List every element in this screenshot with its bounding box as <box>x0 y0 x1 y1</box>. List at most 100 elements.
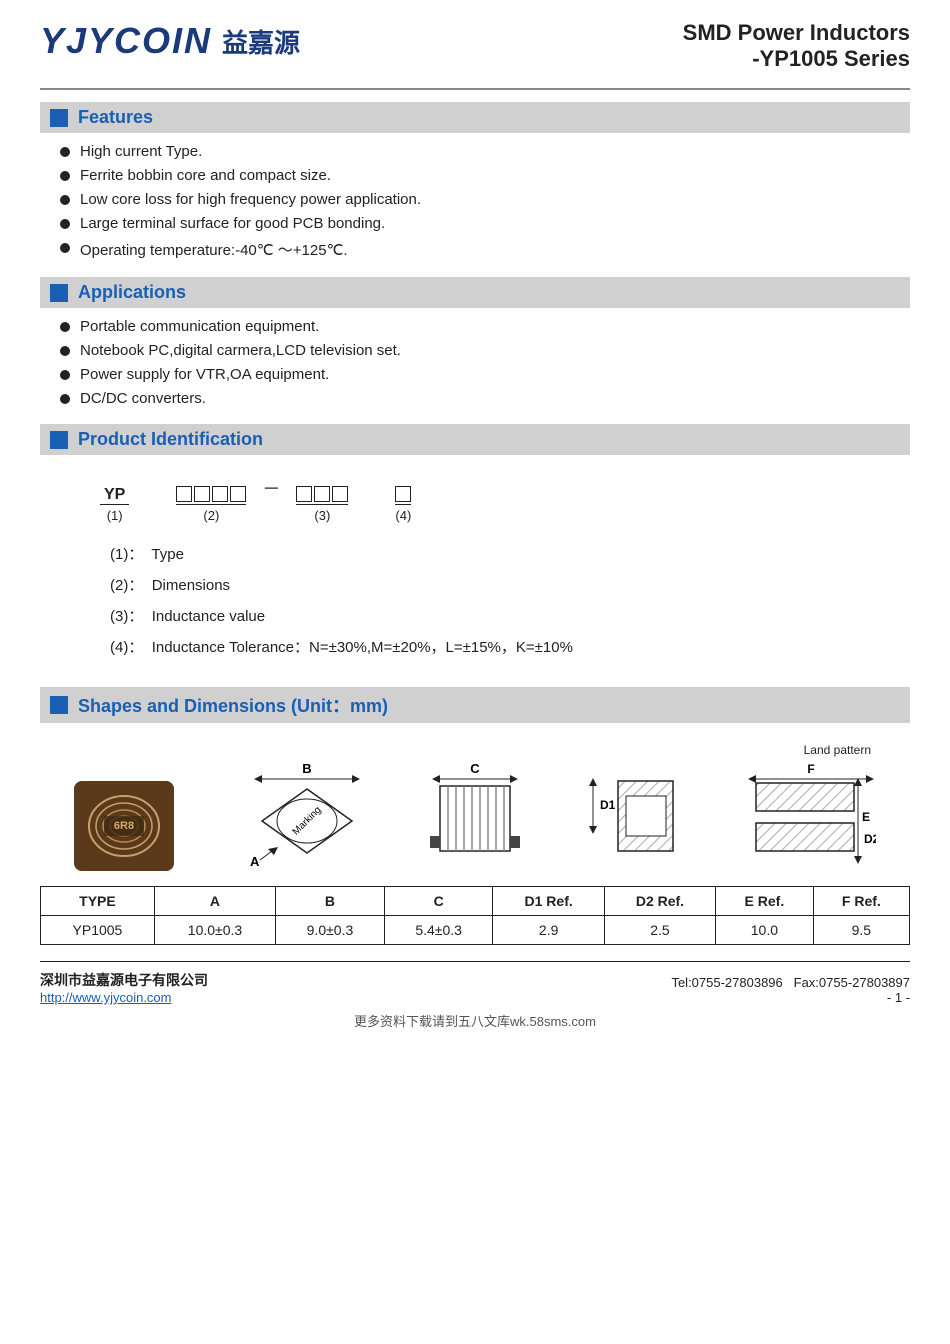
th-e: E Ref. <box>716 887 814 916</box>
inductor-photo-container: 6R8 <box>74 781 174 871</box>
list-item: Operating temperature:-40℃ ～+125℃. <box>60 239 910 260</box>
pid-box <box>176 486 192 502</box>
product-id-diagram: YP (1) (2) － <box>80 475 890 523</box>
product-id-section-header: Product Identification <box>40 424 910 455</box>
svg-text:C: C <box>470 761 480 776</box>
bullet-icon <box>60 322 70 332</box>
ba-diagram-svg: B Marking A <box>242 761 362 871</box>
footer: 深圳市益嘉源电子有限公司 http://www.yjycoin.com Tel:… <box>40 961 910 1005</box>
product-id-square-icon <box>50 431 68 449</box>
bullet-icon <box>60 243 70 253</box>
pid-box <box>314 486 330 502</box>
svg-text:B: B <box>302 761 311 776</box>
list-item: Notebook PC,digital carmera,LCD televisi… <box>60 342 910 359</box>
land-pattern-label: Land pattern <box>751 743 871 757</box>
company-url[interactable]: http://www.yjycoin.com <box>40 990 172 1005</box>
bullet-icon <box>60 195 70 205</box>
pid-box <box>194 486 210 502</box>
list-item: Ferrite bobbin core and compact size. <box>60 167 910 184</box>
shapes-square-icon <box>50 696 68 714</box>
pid-detail-2: (2)： Dimensions <box>110 574 890 595</box>
list-item: Power supply for VTR,OA equipment. <box>60 366 910 383</box>
svg-text:D1: D1 <box>600 798 616 812</box>
svg-text:6R8: 6R8 <box>114 820 134 832</box>
table-row: YP1005 10.0±0.3 9.0±0.3 5.4±0.3 2.9 2.5 … <box>41 916 910 945</box>
shapes-title: Shapes and Dimensions (Unit：mm) <box>78 692 388 718</box>
pid-part-1: YP (1) <box>100 486 129 523</box>
pid-num-1: (1) <box>107 508 123 523</box>
c-view: C <box>430 761 520 871</box>
th-type: TYPE <box>41 887 155 916</box>
footer-watermark: 更多资料下载请到五八文库wk.58sms.com <box>40 1011 910 1030</box>
pid-box <box>212 486 228 502</box>
list-item: Portable communication equipment. <box>60 318 910 335</box>
bullet-icon <box>60 219 70 229</box>
td-b: 9.0±0.3 <box>276 916 385 945</box>
pid-box <box>296 486 312 502</box>
table-header-row: TYPE A B C D1 Ref. D2 Ref. E Ref. F Ref. <box>41 887 910 916</box>
pid-num-2: (2) <box>203 508 219 523</box>
bullet-icon <box>60 171 70 181</box>
svg-text:E: E <box>862 810 870 824</box>
bullet-icon <box>60 394 70 404</box>
c-diagram-svg: C <box>430 761 520 871</box>
dimensions-table: TYPE A B C D1 Ref. D2 Ref. E Ref. F Ref.… <box>40 886 910 945</box>
side-view-ba: B Marking A <box>242 761 362 871</box>
pid-box <box>395 486 411 502</box>
header: YJYCOIN 益嘉源 SMD Power Inductors -YP1005 … <box>40 20 910 72</box>
features-title: Features <box>78 107 153 128</box>
pid-box <box>230 486 246 502</box>
th-f: F Ref. <box>813 887 909 916</box>
page-container: YJYCOIN 益嘉源 SMD Power Inductors -YP1005 … <box>0 0 950 1344</box>
applications-section-header: Applications <box>40 277 910 308</box>
title-area: SMD Power Inductors -YP1005 Series <box>683 20 910 72</box>
td-e: 10.0 <box>716 916 814 945</box>
footer-right: Tel:0755-27803896 Fax:0755-27803897 - 1 … <box>671 975 910 1005</box>
features-list: High current Type. Ferrite bobbin core a… <box>40 143 910 277</box>
pid-spacer <box>145 484 160 505</box>
product-id-details: (1)： Type (2)： Dimensions (3)： Inductanc… <box>80 543 890 657</box>
applications-list: Portable communication equipment. Notebo… <box>40 318 910 424</box>
pid-spacer2 <box>364 484 379 505</box>
logo-yjycoin: YJYCOIN <box>40 20 212 62</box>
pid-part-2: (2) <box>176 486 246 523</box>
svg-text:A: A <box>250 854 260 869</box>
svg-text:F: F <box>807 762 814 776</box>
footer-area: 深圳市益嘉源电子有限公司 http://www.yjycoin.com Tel:… <box>40 961 910 1030</box>
footer-fax: Fax:0755-27803897 <box>794 975 910 990</box>
th-a: A <box>154 887 275 916</box>
td-d1: 2.9 <box>493 916 604 945</box>
td-c: 5.4±0.3 <box>384 916 493 945</box>
td-d2: 2.5 <box>604 916 715 945</box>
svg-text:Marking: Marking <box>291 805 324 838</box>
pid-box <box>332 486 348 502</box>
product-id-section: YP (1) (2) － <box>40 465 910 677</box>
footer-page: - 1 - <box>887 990 910 1005</box>
doc-title-line2: -YP1005 Series <box>683 46 910 72</box>
applications-title: Applications <box>78 282 186 303</box>
pid-num-4: (4) <box>395 508 411 523</box>
list-item: Low core loss for high frequency power a… <box>60 191 910 208</box>
shapes-section-header: Shapes and Dimensions (Unit：mm) <box>40 687 910 723</box>
pid-detail-4: (4)： Inductance Tolerance：N=±30%,M=±20%，… <box>110 636 890 657</box>
list-item: High current Type. <box>60 143 910 160</box>
header-divider <box>40 88 910 90</box>
pid-boxes-3 <box>296 486 348 505</box>
svg-text:D2: D2 <box>864 832 876 846</box>
pid-dash: － <box>262 475 280 501</box>
pid-part-4: (4) <box>395 486 411 523</box>
pid-num-3: (3) <box>314 508 330 523</box>
bullet-icon <box>60 147 70 157</box>
th-d2: D2 Ref. <box>604 887 715 916</box>
land-pattern-view: Land pattern F E D2 <box>746 743 876 871</box>
inductor-photo-svg: 6R8 <box>74 781 174 871</box>
pid-detail-3: (3)： Inductance value <box>110 605 890 626</box>
product-id-title: Product Identification <box>78 429 263 450</box>
td-f: 9.5 <box>813 916 909 945</box>
company-name: 深圳市益嘉源电子有限公司 <box>40 970 208 990</box>
td-type: YP1005 <box>41 916 155 945</box>
doc-title-line1: SMD Power Inductors <box>683 20 910 46</box>
pid-yp-label: YP <box>100 486 129 505</box>
logo-area: YJYCOIN 益嘉源 <box>40 20 300 62</box>
td-a: 10.0±0.3 <box>154 916 275 945</box>
